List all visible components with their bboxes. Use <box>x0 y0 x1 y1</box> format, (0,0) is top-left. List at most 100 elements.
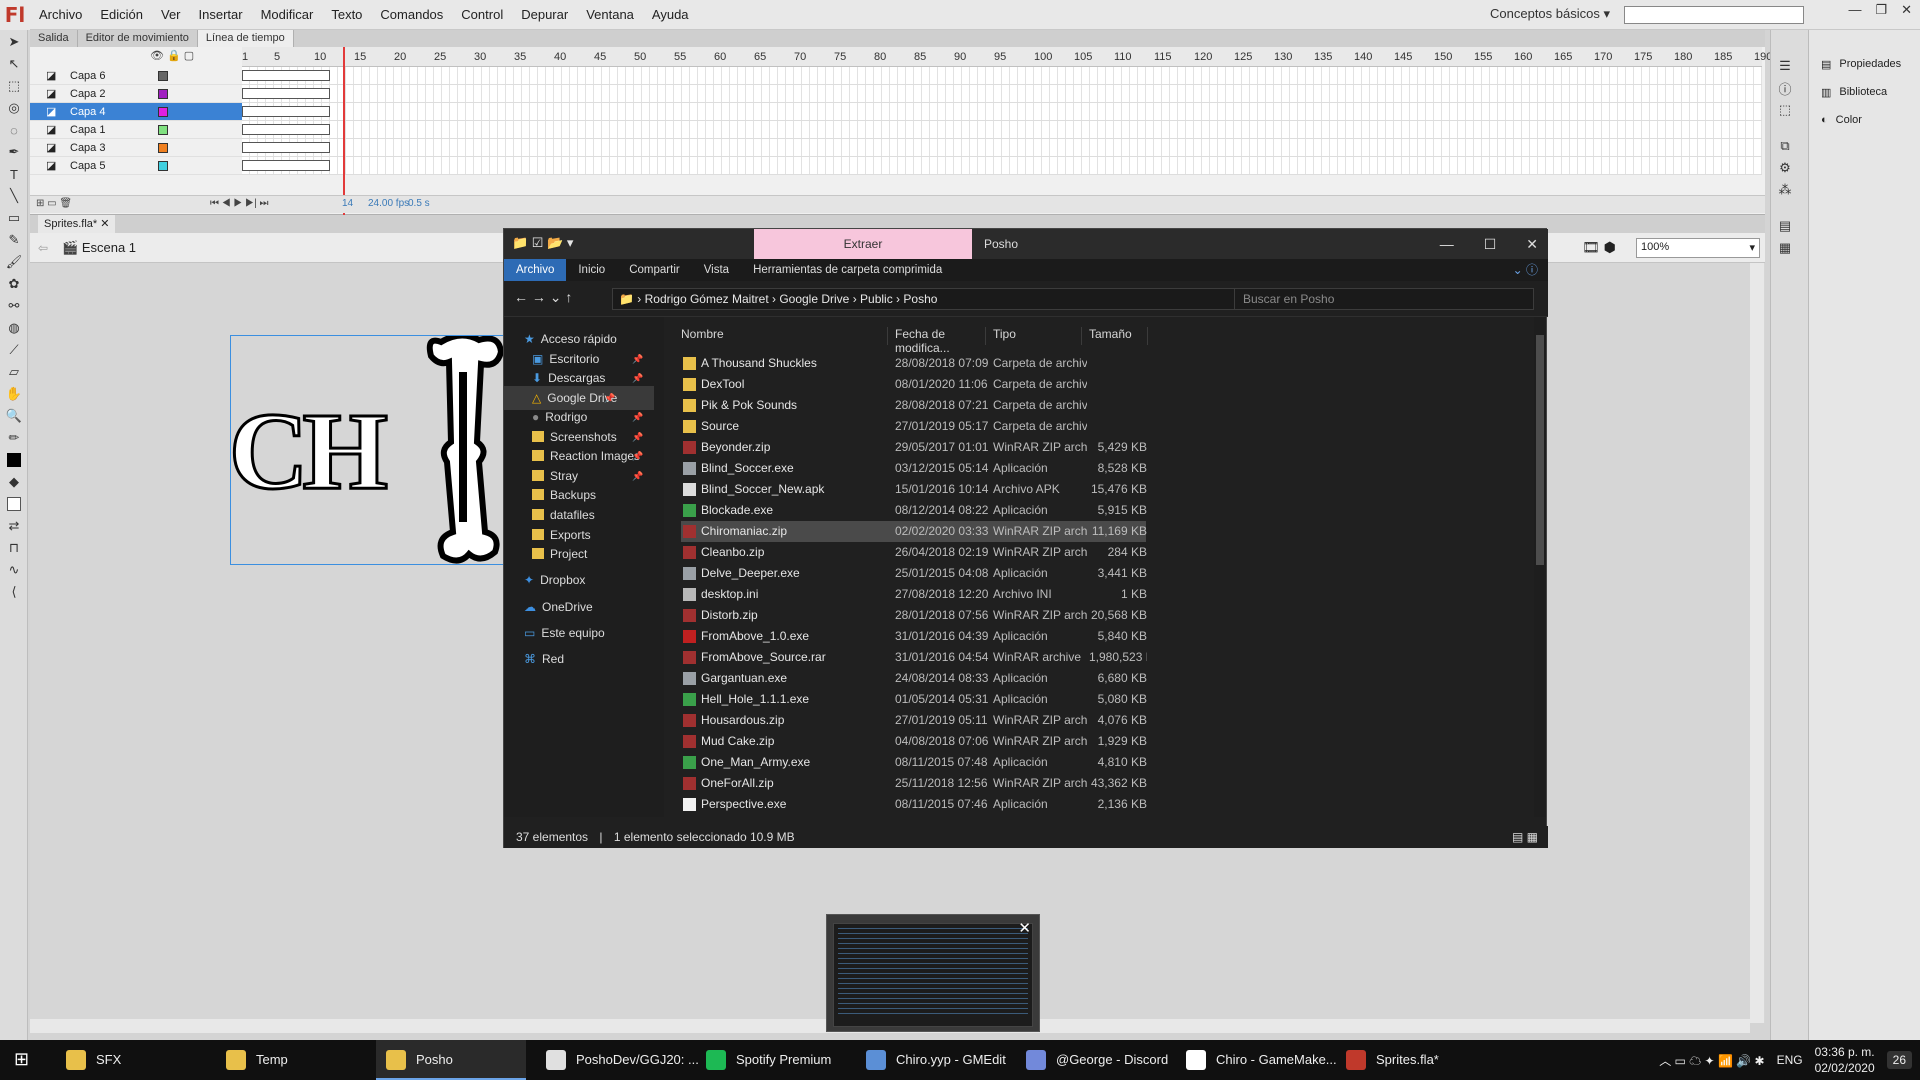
breadcrumb-item[interactable]: Public <box>860 292 893 306</box>
nav-buttons[interactable]: ← → ⌄ ↑ <box>514 289 572 306</box>
file-row[interactable]: Hell_Hole_1.1.1.exe 01/05/2014 05:31 ...A… <box>681 689 1147 710</box>
menu-item[interactable]: Edición <box>91 0 152 30</box>
file-row[interactable]: Pik & Pok Sounds 28/08/2018 07:21 a...Car… <box>681 395 1146 416</box>
language-indicator[interactable]: ENG <box>1777 1053 1803 1067</box>
file-list-scrollbar[interactable] <box>1534 317 1546 817</box>
help-icon[interactable]: ⌄ ⓘ <box>1513 261 1538 278</box>
taskbar-thumbnail[interactable]: ✕ <box>826 914 1040 1032</box>
close-icon[interactable]: ✕ <box>1901 2 1912 18</box>
explorer-search-input[interactable]: Buscar en Posho <box>1234 288 1534 310</box>
column-header[interactable]: Fecha de modifica... <box>890 327 986 355</box>
file-row[interactable]: FromAbove_Source.rar 31/01/2016 04:54 ...… <box>681 647 1147 668</box>
stage-vertical-scrollbar[interactable] <box>1750 263 1764 1023</box>
breadcrumb-item[interactable]: Rodrigo Gómez Maitret <box>645 292 769 306</box>
scene-panel-icon[interactable]: ▤ <box>1774 216 1796 236</box>
frames-row[interactable] <box>242 157 1762 175</box>
minimize-icon[interactable]: — <box>1440 229 1454 259</box>
sidebar-item[interactable]: ✦ Dropbox <box>524 568 585 592</box>
zoom-select[interactable]: 100% ▾ <box>1636 238 1760 258</box>
file-row[interactable]: Housardous.zip 27/01/2019 05:11 ... WinRAR… <box>681 710 1147 731</box>
frames-row[interactable] <box>242 67 1762 85</box>
menu-item[interactable]: Depurar <box>512 0 577 30</box>
minimize-icon[interactable]: — <box>1848 2 1861 18</box>
column-header[interactable]: Tamaño <box>1084 327 1148 345</box>
menu-item[interactable]: Archivo <box>30 0 91 30</box>
keyframe-block[interactable] <box>242 124 330 135</box>
start-icon[interactable]: ⊞ <box>14 1049 29 1070</box>
timeline-tab[interactable]: Editor de movimiento <box>78 30 198 47</box>
stroke-swatch[interactable] <box>3 450 25 470</box>
ribbon-tab[interactable]: Archivo <box>504 259 567 281</box>
breadcrumb-item[interactable]: Google Drive <box>779 292 849 306</box>
file-row[interactable]: FromAbove_1.0.exe 31/01/2016 04:39 ...Apl… <box>681 626 1147 647</box>
menu-item[interactable]: Comandos <box>371 0 452 30</box>
keyframe-block[interactable] <box>242 70 330 81</box>
ribbon-tab[interactable]: Compartir <box>617 259 691 281</box>
scene-name[interactable]: 🎬 Escena 1 <box>62 240 136 256</box>
file-row[interactable]: Perspective.exe 08/11/2015 07:46 ... Aplic… <box>681 794 1147 815</box>
rectangle-tool-icon[interactable]: ▭ <box>3 208 25 228</box>
layer-row[interactable]: ◪ Capa 6 <box>30 67 242 85</box>
frames-row[interactable] <box>242 85 1762 103</box>
column-header[interactable]: Tipo <box>988 327 1082 345</box>
file-row[interactable]: Cleanbo.zip 26/04/2018 02:19 ...WinRAR ZI… <box>681 542 1147 563</box>
text-tool-icon[interactable]: T <box>3 164 25 184</box>
frames-row[interactable] <box>242 103 1762 121</box>
new-layer-icon[interactable]: ⊞ ▭ 🗑 <box>36 198 72 209</box>
pen-tool-icon[interactable]: ✒ <box>3 142 25 162</box>
notification-count[interactable]: 26 <box>1886 1051 1912 1069</box>
menu-item[interactable]: Texto <box>322 0 371 30</box>
taskbar-app[interactable]: Temp <box>216 1040 366 1080</box>
lasso-icon[interactable]: ◌ <box>3 120 25 140</box>
deco-tool-icon[interactable]: ✿ <box>3 274 25 294</box>
subselection-tool-icon[interactable]: ↖ <box>3 54 25 74</box>
taskbar-app[interactable]: Sprites.fla* <box>1336 1040 1439 1080</box>
keyframe-block[interactable] <box>242 142 330 153</box>
transform-panel-icon[interactable]: ⬚ <box>1774 100 1796 120</box>
layer-color-swatch[interactable] <box>158 161 168 171</box>
file-row[interactable]: Chiromaniac.zip 02/02/2020 03:33 ...WinRA… <box>681 521 1147 542</box>
layer-color-swatch[interactable] <box>158 89 168 99</box>
menu-item[interactable]: Modificar <box>252 0 323 30</box>
stage-symbol[interactable]: CH <box>230 335 510 565</box>
frames-row[interactable] <box>242 121 1762 139</box>
menu-item[interactable]: Ayuda <box>643 0 698 30</box>
stroke-color-icon[interactable]: ✏ <box>3 428 25 448</box>
address-bar[interactable]: 📁 › Rodrigo Gómez Maitret › Google Drive… <box>612 288 1324 310</box>
3d-rotation-icon[interactable]: ◎ <box>3 98 25 118</box>
file-row[interactable]: Pik & Pok Sounds.rar 31/01/2017 08:59 ...… <box>681 815 1146 817</box>
transform-tool-icon[interactable]: ⬚ <box>3 76 25 96</box>
sidebar-item[interactable]: ▭ Este equipo <box>524 621 605 645</box>
file-row[interactable]: Source 27/01/2019 05:17 ...Carpeta de arc… <box>681 416 1146 437</box>
fill-swatch[interactable] <box>3 494 25 514</box>
menu-item[interactable]: Insertar <box>190 0 252 30</box>
file-row[interactable]: Blind_Soccer_New.apk 15/01/2016 10:14 ...… <box>681 479 1147 500</box>
close-icon[interactable]: ✕ <box>1526 229 1538 259</box>
selection-tool-icon[interactable]: ➤ <box>3 32 25 52</box>
paint-bucket-icon[interactable]: ◍ <box>3 318 25 338</box>
playhead[interactable] <box>343 47 345 215</box>
components-icon[interactable]: ⚙ <box>1774 158 1796 178</box>
ribbon-tab[interactable]: Vista <box>692 259 741 281</box>
breadcrumb-item[interactable]: Posho <box>903 292 937 306</box>
ribbon-tab[interactable]: Inicio <box>566 259 617 281</box>
keyframe-block[interactable] <box>242 106 330 117</box>
sidebar-item[interactable]: Project <box>532 542 587 566</box>
layer-row[interactable]: ◪ Capa 1 <box>30 121 242 139</box>
file-row[interactable]: Blind_Soccer.exe 03/12/2015 05:14 ...Apli… <box>681 458 1147 479</box>
file-row[interactable]: Delve_Deeper.exe 25/01/2015 04:08 ...Apli… <box>681 563 1147 584</box>
layer-row[interactable]: ◪ Capa 2 <box>30 85 242 103</box>
pin-icon[interactable]: 📌 <box>604 386 615 410</box>
swap-colors-icon[interactable]: ⇄ <box>3 516 25 536</box>
maximize-icon[interactable]: ☐ <box>1484 229 1497 259</box>
layer-toggle-icons[interactable]: 👁 🔒 ▢ <box>150 49 194 62</box>
bone-tool-icon[interactable]: ⚯ <box>3 296 25 316</box>
panel-tab[interactable]: ◐ Color <box>1809 106 1920 134</box>
info-panel-icon[interactable]: ⓘ <box>1774 78 1796 98</box>
motion-presets-icon[interactable]: ⁂ <box>1774 180 1796 200</box>
sidebar-item[interactable]: ☁ OneDrive <box>524 595 593 619</box>
panel-tab[interactable]: ▥ Biblioteca <box>1809 78 1920 106</box>
taskbar-app[interactable]: Chiro.yyp - GMEdit <box>856 1040 1006 1080</box>
taskbar-app[interactable]: Spotify Premium <box>696 1040 846 1080</box>
menu-item[interactable]: Ventana <box>577 0 643 30</box>
